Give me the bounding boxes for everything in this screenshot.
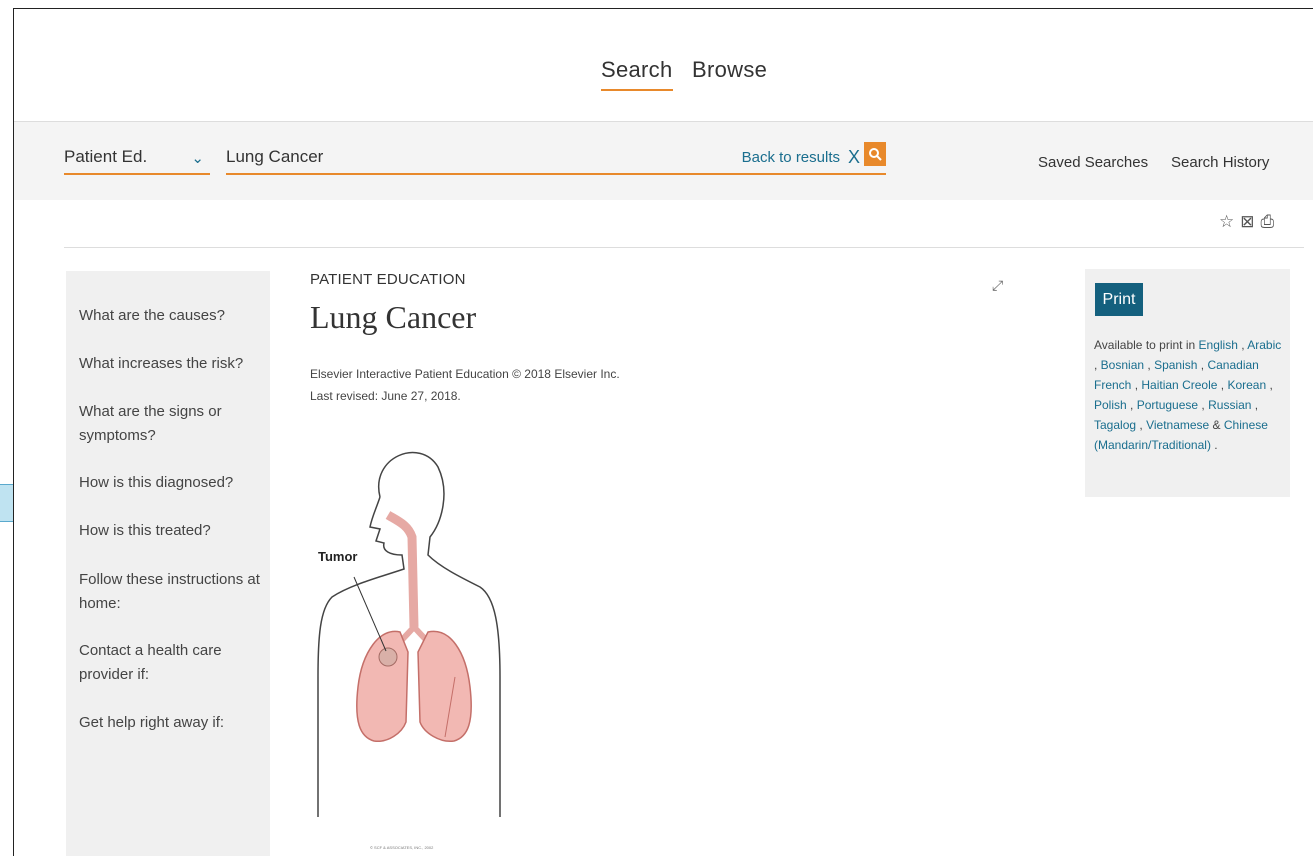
table-of-contents: What are the causes? What increases the … <box>66 271 270 856</box>
lang-link[interactable]: Haitian Creole <box>1141 378 1217 392</box>
content-type-label: PATIENT EDUCATION <box>310 271 466 288</box>
toc-item-get-help[interactable]: Get help right away if: <box>79 711 265 735</box>
print-panel: Print Available to print in English , Ar… <box>1085 269 1290 497</box>
toc-item-home-instructions[interactable]: Follow these instructions at home: <box>79 568 265 616</box>
search-button[interactable] <box>864 142 886 166</box>
search-input[interactable]: Lung Cancer Back to results X <box>226 142 886 175</box>
illustration-credit: © SCF & ASSOCIATES, INC., 2002 <box>370 845 434 850</box>
lang-link[interactable]: Bosnian <box>1101 358 1144 372</box>
category-value: Patient Ed. <box>64 147 148 166</box>
toc-item-causes[interactable]: What are the causes? <box>79 304 265 328</box>
toc-item-contact-provider[interactable]: Contact a health care provider if: <box>79 639 265 687</box>
document-tools: ☆⊠⎙ <box>1219 212 1280 232</box>
toc-item-symptoms[interactable]: What are the signs or symptoms? <box>79 400 265 448</box>
print-intro: Available to print in <box>1094 338 1196 352</box>
tumor-label: Tumor <box>318 549 357 564</box>
email-icon[interactable]: ⊠ <box>1240 212 1260 231</box>
star-icon[interactable]: ☆ <box>1219 212 1240 231</box>
lung-diagram-svg: Tumor © SCF & ASSOCIATES, INC., 2002 <box>317 451 501 850</box>
divider <box>64 247 1304 248</box>
page-title: Lung Cancer <box>310 299 477 335</box>
search-query: Lung Cancer <box>226 147 324 166</box>
lang-link[interactable]: Arabic <box>1247 338 1281 352</box>
publisher-line: Elsevier Interactive Patient Education ©… <box>310 367 620 381</box>
chevron-down-icon[interactable]: ⌄ <box>191 149 204 167</box>
top-navigation: Search Browse <box>14 9 1313 121</box>
lang-link[interactable]: Korean <box>1227 378 1266 392</box>
tab-search[interactable]: Search <box>601 57 673 91</box>
toc-item-treated[interactable]: How is this treated? <box>79 519 265 543</box>
print-button[interactable]: Print <box>1095 283 1143 316</box>
print-languages: Available to print in English , Arabic ,… <box>1094 338 1282 452</box>
tab-browse[interactable]: Browse <box>692 57 767 83</box>
lang-link[interactable]: Spanish <box>1154 358 1197 372</box>
clear-search-icon[interactable]: X <box>848 147 860 168</box>
back-to-results-link[interactable]: Back to results <box>742 149 840 166</box>
lang-link[interactable]: Portuguese <box>1137 398 1198 412</box>
search-history-link[interactable]: Search History <box>1171 154 1269 171</box>
lang-link[interactable]: Polish <box>1094 398 1127 412</box>
search-icon <box>869 148 882 161</box>
toc-item-risk[interactable]: What increases the risk? <box>79 352 265 376</box>
saved-searches-link[interactable]: Saved Searches <box>1038 154 1148 171</box>
article-content: PATIENT EDUCATION Lung Cancer Elsevier I… <box>310 271 1010 856</box>
category-select[interactable]: Patient Ed. ⌄ <box>64 147 210 175</box>
search-bar: Patient Ed. ⌄ Lung Cancer Back to result… <box>14 121 1313 200</box>
toc-item-diagnosed[interactable]: How is this diagnosed? <box>79 471 265 495</box>
lang-link[interactable]: Russian <box>1208 398 1251 412</box>
lung-illustration: Tumor © SCF & ASSOCIATES, INC., 2002 <box>310 437 506 857</box>
lang-link[interactable]: Vietnamese <box>1146 418 1209 432</box>
lang-link[interactable]: English <box>1199 338 1238 352</box>
app-window: Search Browse Patient Ed. ⌄ Lung Cancer … <box>13 8 1313 856</box>
revised-date: Last revised: June 27, 2018. <box>310 389 461 403</box>
expand-icon[interactable]: ⤢ <box>992 277 1003 294</box>
print-icon[interactable]: ⎙ <box>1261 212 1281 231</box>
lang-link[interactable]: Tagalog <box>1094 418 1136 432</box>
